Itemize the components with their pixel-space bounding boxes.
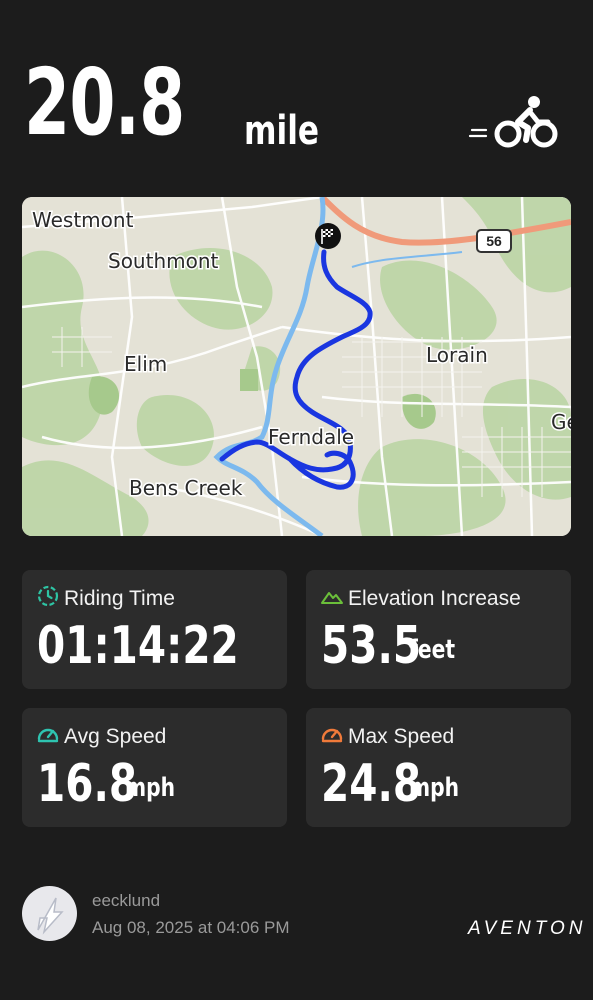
riding-time-label: Riding Time <box>64 587 175 610</box>
avg-speed-label: Avg Speed <box>64 725 167 748</box>
max-speed-card: Max Speed 24.8 mph <box>306 708 571 827</box>
brand-logo: AVENTON <box>468 918 587 939</box>
riding-time-value: 01:14:22 <box>37 616 239 676</box>
avg-speed-card: Avg Speed 16.8 mph <box>22 708 287 827</box>
map-label: Ge <box>551 410 571 434</box>
mountain-icon <box>321 592 343 604</box>
route-map[interactable]: 56 Westmont Southmont Elim Ferndale Bens… <box>22 197 571 536</box>
map-label: Southmont <box>108 249 219 273</box>
map-label: Westmont <box>32 208 134 232</box>
max-speed-label: Max Speed <box>348 725 455 748</box>
avatar[interactable] <box>22 886 77 941</box>
checkered-flag-icon <box>315 223 341 249</box>
max-speed-unit: mph <box>409 773 460 803</box>
elevation-card: Elevation Increase 53.5 feet <box>306 570 571 689</box>
distance-readout: 20.8 mile <box>24 38 444 168</box>
aventon-logo-icon <box>37 897 64 935</box>
distance-value: 20.8 <box>24 49 185 156</box>
elevation-value: 53.5 <box>321 616 422 676</box>
speedometer-icon <box>321 728 343 743</box>
avg-speed-unit: mph <box>125 773 176 803</box>
ride-date: Aug 08, 2025 at 04:06 PM <box>92 918 290 937</box>
riding-time-card: Riding Time 01:14:22 <box>22 570 287 689</box>
speedometer-icon <box>37 728 59 743</box>
username: eecklund <box>92 891 161 910</box>
route-shield: 56 <box>476 229 512 253</box>
svg-text:56: 56 <box>486 233 502 249</box>
elevation-unit: feet <box>409 635 456 665</box>
map-label: Elim <box>124 352 167 376</box>
timer-icon <box>37 585 59 607</box>
cycling-icon <box>468 96 558 148</box>
avg-speed-value: 16.8 <box>37 754 138 814</box>
map-label: Bens Creek <box>129 476 243 500</box>
elevation-label: Elevation Increase <box>348 587 521 610</box>
map-label: Lorain <box>426 343 488 367</box>
max-speed-value: 24.8 <box>321 754 422 814</box>
map-label: Ferndale <box>268 425 354 449</box>
